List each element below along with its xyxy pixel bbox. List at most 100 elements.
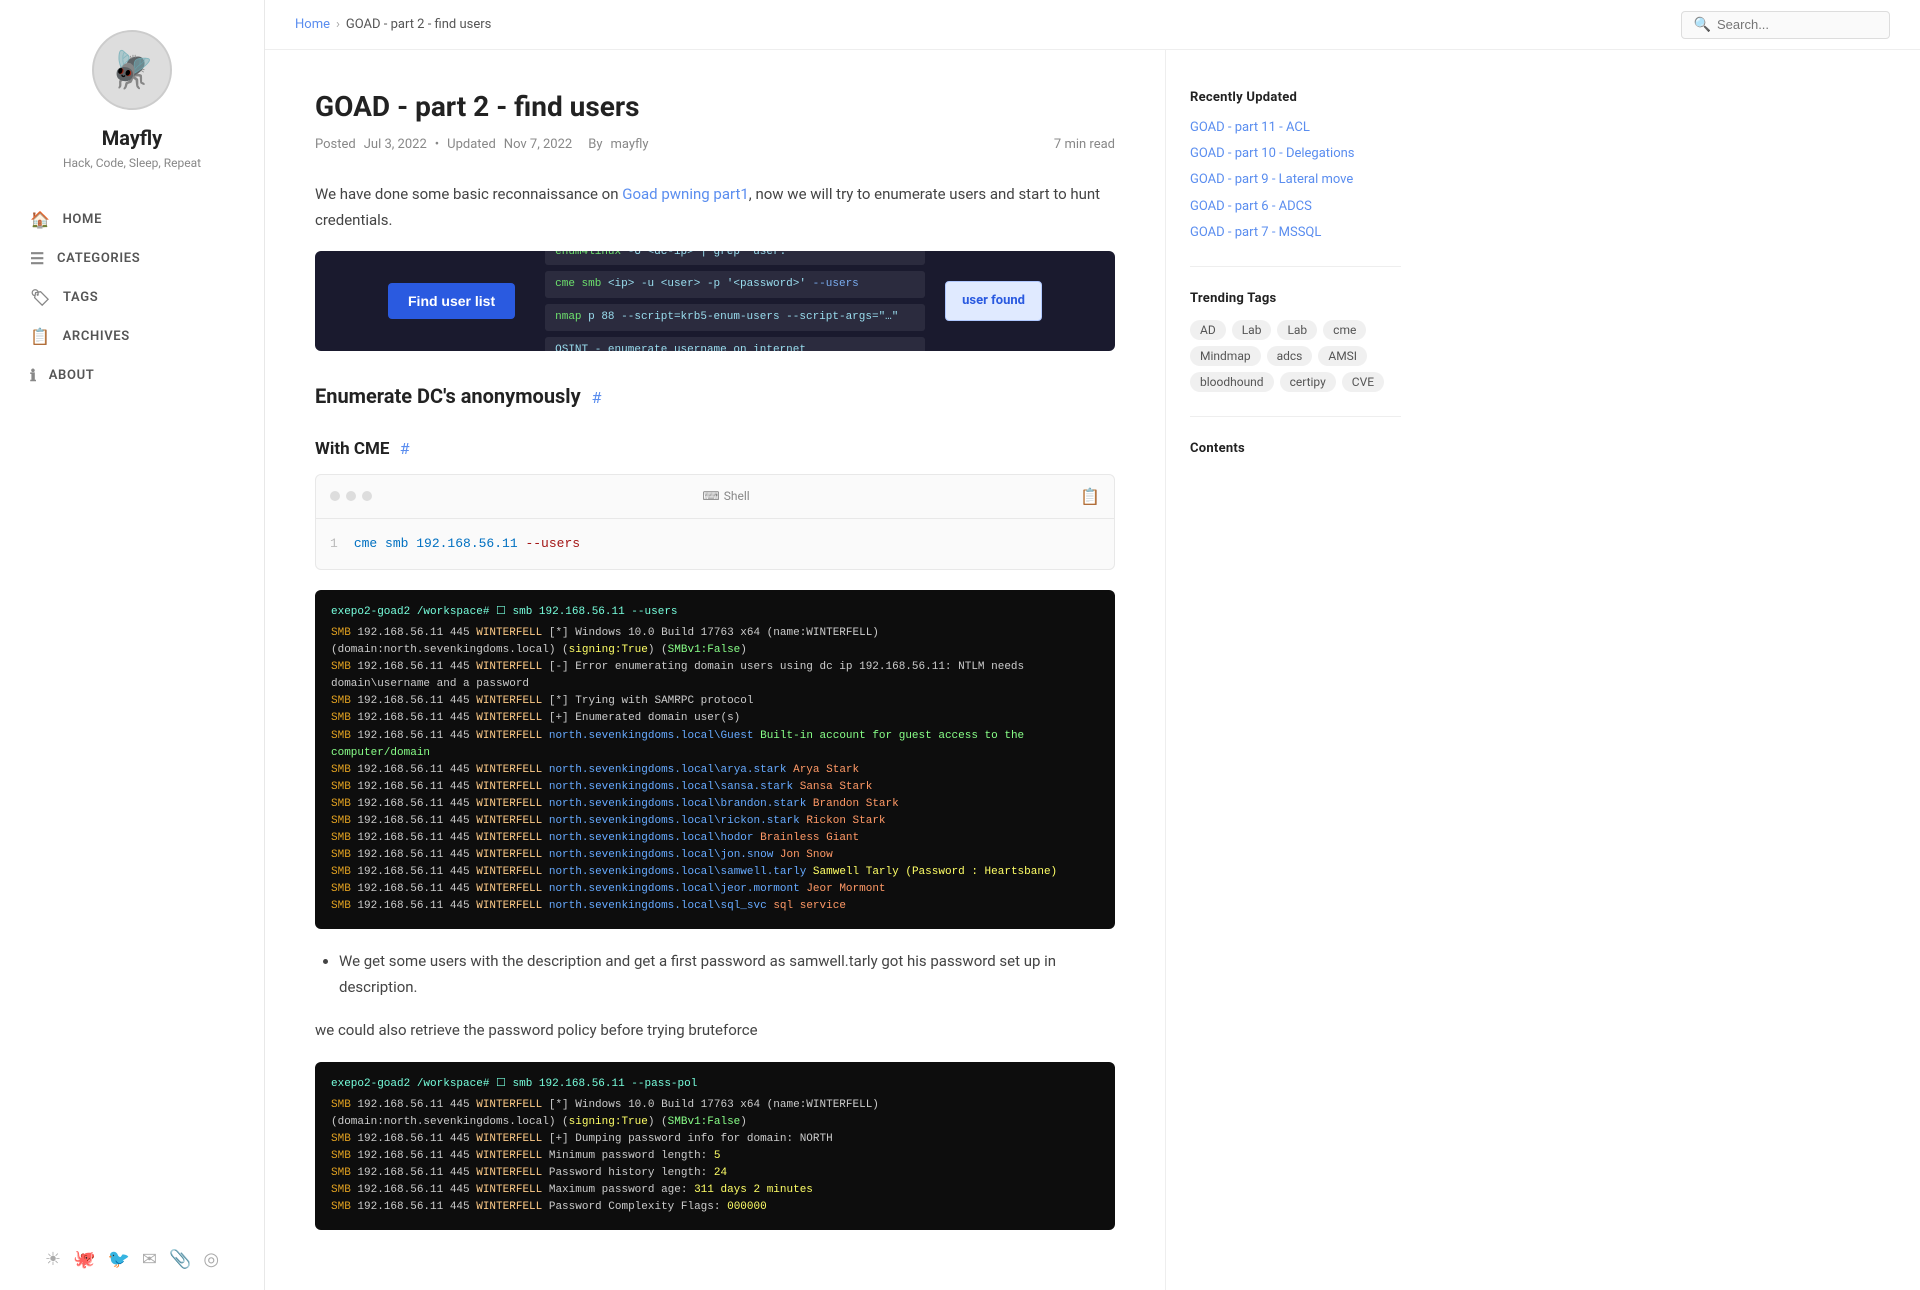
sidebar: 🪰 Mayfly Hack, Code, Sleep, Repeat 🏠 HOM…: [0, 0, 265, 1290]
cme-heading-anchor[interactable]: #: [400, 439, 410, 458]
right-sidebar: Recently Updated GOAD - part 11 - ACL GO…: [1165, 50, 1425, 1290]
terminal-line-6: SMB 192.168.56.11 445 WINTERFELL north.s…: [331, 762, 1099, 779]
term2-line-2: SMB 192.168.56.11 445 WINTERFELL [+] Dum…: [331, 1131, 1099, 1148]
code-dot-3: [362, 491, 372, 501]
recently-updated-title: Recently Updated: [1190, 90, 1401, 105]
breadcrumb: Home › GOAD - part 2 - find users: [295, 17, 1681, 32]
terminal-line-8: SMB 192.168.56.11 445 WINTERFELL north.s…: [331, 796, 1099, 813]
site-title: Mayfly: [102, 126, 162, 150]
code-dot-2: [346, 491, 356, 501]
updated-label: Updated: [447, 137, 496, 152]
breadcrumb-home-link[interactable]: Home: [295, 17, 330, 32]
sidebar-item-about[interactable]: ℹ ABOUT: [0, 356, 264, 395]
rs-link-2[interactable]: GOAD - part 10 - Delegations: [1190, 145, 1401, 163]
tag-lab2[interactable]: Lab: [1277, 320, 1317, 340]
article-body: We have done some basic reconnaissance o…: [315, 182, 1115, 1230]
tag-ad[interactable]: AD: [1190, 320, 1226, 340]
twitter-icon[interactable]: 🐦: [107, 1249, 129, 1270]
terminal-line-10: SMB 192.168.56.11 445 WINTERFELL north.s…: [331, 830, 1099, 847]
term2-line-4: SMB 192.168.56.11 445 WINTERFELL Passwor…: [331, 1165, 1099, 1182]
article-title: GOAD - part 2 - find users: [315, 90, 1115, 123]
sidebar-nav: 🏠 HOME ☰ CATEGORIES 🏷 TAGS 📋 ARCHIVES ℹ …: [0, 200, 264, 395]
bullet-list: We get some users with the description a…: [339, 949, 1115, 1000]
copy-button[interactable]: 📋: [1080, 483, 1100, 510]
tag-list: AD Lab Lab cme Mindmap adcs AMSI bloodho…: [1190, 320, 1401, 392]
updated-date: Nov 7, 2022: [504, 137, 572, 152]
terminal-line-3: SMB 192.168.56.11 445 WINTERFELL [*] Try…: [331, 693, 1099, 710]
sidebar-item-archives[interactable]: 📋 ARCHIVES: [0, 317, 264, 356]
breadcrumb-current: GOAD - part 2 - find users: [346, 17, 491, 32]
search-box[interactable]: 🔍: [1681, 11, 1890, 39]
avatar: 🪰: [92, 30, 172, 110]
code-lang: ⌨ Shell: [702, 486, 749, 506]
search-icon: 🔍: [1694, 17, 1711, 33]
para-2: we could also retrieve the password poli…: [315, 1018, 1115, 1044]
rs-divider-1: [1190, 266, 1401, 267]
meta-dot: •: [435, 137, 439, 152]
github-icon[interactable]: 🐙: [73, 1249, 95, 1270]
term2-line-6: SMB 192.168.56.11 445 WINTERFELL Passwor…: [331, 1199, 1099, 1216]
devto-icon[interactable]: 📎: [169, 1249, 191, 1270]
search-input[interactable]: [1717, 17, 1877, 32]
tag-bloodhound[interactable]: bloodhound: [1190, 372, 1274, 392]
terminal-line-11: SMB 192.168.56.11 445 WINTERFELL north.s…: [331, 847, 1099, 864]
step-1: enum4linux -U <dc-ip> | grep 'user:': [545, 251, 925, 265]
code-header: ⌨ Shell 📋: [316, 475, 1114, 519]
find-user-diagram: Find user list enum4linux -U <dc-ip> | g…: [315, 251, 1115, 351]
user-found-badge: user found: [945, 281, 1042, 321]
rs-link-4[interactable]: GOAD - part 6 - ADCS: [1190, 198, 1401, 216]
code-dots: [330, 491, 372, 501]
terminal-line-1: SMB 192.168.56.11 445 WINTERFELL [*] Win…: [331, 625, 1099, 659]
find-user-steps: enum4linux -U <dc-ip> | grep 'user:' cme…: [545, 251, 925, 351]
intro-link[interactable]: Goad pwning part1: [622, 185, 749, 203]
rss-icon[interactable]: ◎: [203, 1249, 219, 1270]
sidebar-item-archives-label: ARCHIVES: [63, 329, 130, 344]
sidebar-item-tags[interactable]: 🏷 TAGS: [0, 278, 264, 317]
terminal-line-2: SMB 192.168.56.11 445 WINTERFELL [-] Err…: [331, 659, 1099, 693]
enum-heading-anchor[interactable]: #: [592, 388, 602, 407]
tag-mindmap[interactable]: Mindmap: [1190, 346, 1261, 366]
terminal-line-5: SMB 192.168.56.11 445 WINTERFELL north.s…: [331, 728, 1099, 762]
tags-icon: 🏷: [30, 288, 51, 307]
article-meta: Posted Jul 3, 2022 • Updated Nov 7, 2022…: [315, 137, 1115, 152]
tag-lab1[interactable]: Lab: [1232, 320, 1272, 340]
tag-adcs[interactable]: adcs: [1267, 346, 1313, 366]
tag-cme[interactable]: cme: [1323, 320, 1366, 340]
terminal-output-1: exepo2-goad2 /workspace# ☐ smb 192.168.5…: [315, 590, 1115, 929]
cme-heading: With CME #: [315, 435, 1115, 464]
terminal-line-9: SMB 192.168.56.11 445 WINTERFELL north.s…: [331, 813, 1099, 830]
terminal-cmd-1: exepo2-goad2 /workspace# ☐ smb 192.168.5…: [331, 604, 1099, 621]
tag-cve[interactable]: CVE: [1342, 372, 1384, 392]
tag-certipy[interactable]: certipy: [1280, 372, 1336, 392]
enum-heading: Enumerate DC's anonymously #: [315, 379, 1115, 413]
sidebar-item-categories[interactable]: ☰ CATEGORIES: [0, 239, 264, 278]
rs-link-3[interactable]: GOAD - part 9 - Lateral move: [1190, 171, 1401, 189]
content-area: GOAD - part 2 - find users Posted Jul 3,…: [265, 50, 1920, 1290]
sidebar-item-home-label: HOME: [63, 212, 102, 227]
terminal-line-13: SMB 192.168.56.11 445 WINTERFELL north.s…: [331, 881, 1099, 898]
step-3: nmap p 88 --script=krb5-enum-users --scr…: [545, 304, 925, 331]
terminal-cmd-2: exepo2-goad2 /workspace# ☐ smb 192.168.5…: [331, 1076, 1099, 1093]
code-block: ⌨ Shell 📋 1 cme smb 192.168.56.11 --user…: [315, 474, 1115, 570]
topbar: Home › GOAD - part 2 - find users 🔍: [265, 0, 1920, 50]
find-user-list-button[interactable]: Find user list: [388, 283, 515, 319]
sidebar-item-home[interactable]: 🏠 HOME: [0, 200, 264, 239]
terminal-line-7: SMB 192.168.56.11 445 WINTERFELL north.s…: [331, 779, 1099, 796]
code-line-number: 1: [330, 533, 338, 555]
term2-line-3: SMB 192.168.56.11 445 WINTERFELL Minimum…: [331, 1148, 1099, 1165]
posted-date: Jul 3, 2022: [364, 137, 427, 152]
email-icon[interactable]: ✉: [142, 1249, 157, 1270]
about-icon: ℹ: [30, 366, 37, 385]
author: mayfly: [611, 137, 649, 152]
code-dot-1: [330, 491, 340, 501]
posted-label: Posted: [315, 137, 356, 152]
theme-toggle-icon[interactable]: ☀: [45, 1249, 61, 1270]
sidebar-footer: ☀ 🐙 🐦 ✉ 📎 ◎: [0, 1229, 264, 1270]
toc-title: Contents: [1190, 441, 1401, 456]
tag-amsi[interactable]: AMSI: [1318, 346, 1367, 366]
read-time: 7 min read: [1054, 137, 1115, 152]
archives-icon: 📋: [30, 327, 51, 346]
sidebar-item-about-label: ABOUT: [49, 368, 95, 383]
rs-link-5[interactable]: GOAD - part 7 - MSSQL: [1190, 224, 1401, 242]
rs-link-1[interactable]: GOAD - part 11 - ACL: [1190, 119, 1401, 137]
